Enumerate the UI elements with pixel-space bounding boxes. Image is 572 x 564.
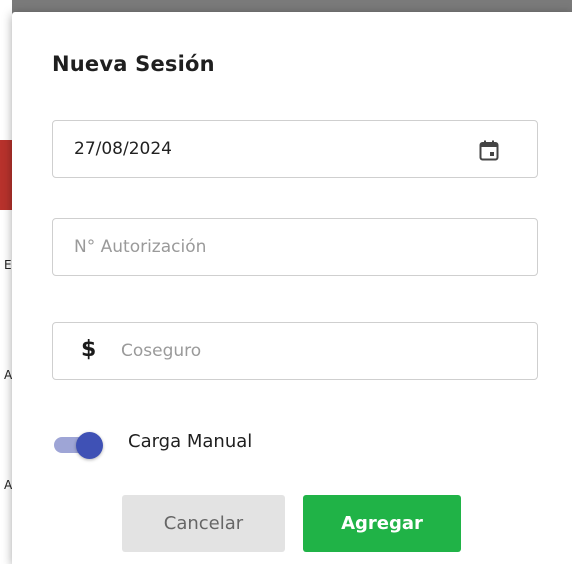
dialog-title: Nueva Sesión (52, 52, 215, 76)
date-field[interactable] (52, 120, 538, 178)
authorization-input[interactable] (74, 219, 514, 275)
add-button[interactable]: Agregar (303, 495, 461, 552)
background-page: E A A (0, 0, 12, 564)
calendar-icon[interactable] (479, 140, 499, 161)
cancel-button[interactable]: Cancelar (122, 495, 285, 552)
dollar-icon: $ (81, 337, 97, 362)
toggle-knob[interactable] (76, 432, 103, 459)
new-session-dialog: Nueva Sesión $ Carga Manual Cancelar Agr… (12, 12, 572, 564)
copay-field[interactable]: $ (52, 322, 538, 380)
copay-input[interactable] (121, 323, 521, 379)
background-glyph: E (4, 258, 12, 272)
authorization-field[interactable] (52, 218, 538, 276)
background-glyph: A (4, 368, 13, 382)
background-red-stripe (0, 140, 12, 210)
manual-load-toggle[interactable] (52, 430, 108, 460)
manual-load-label: Carga Manual (128, 431, 253, 452)
date-input[interactable] (74, 121, 454, 177)
background-glyph: A (4, 478, 13, 492)
